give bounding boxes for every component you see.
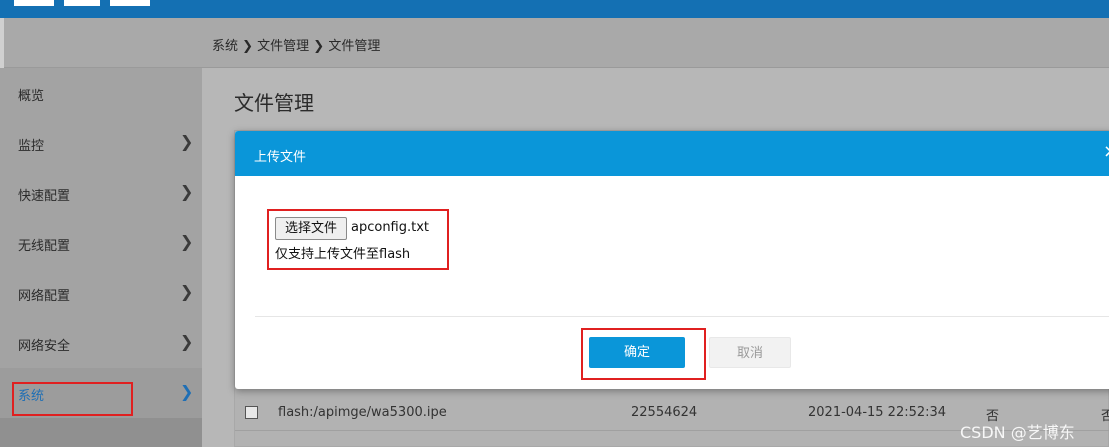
breadcrumb: 系统 ❯ 文件管理 ❯ 文件管理	[212, 39, 381, 54]
dialog-header: 上传文件 ×	[235, 131, 1109, 176]
dialog-title: 上传文件	[254, 150, 307, 165]
file-size-cell: 22554624	[631, 405, 698, 420]
chevron-right-icon: ❯	[180, 232, 194, 251]
chevron-right-icon: ❯	[180, 282, 194, 301]
chevron-right-icon: ❯	[180, 182, 194, 201]
row-checkbox[interactable]	[245, 406, 258, 419]
breadcrumb-bar: 系统 ❯ 文件管理 ❯ 文件管理	[0, 18, 1109, 68]
chevron-right-icon: ❯	[180, 382, 194, 401]
sidebar-item-network-security[interactable]: 网络安全 ❯	[0, 318, 202, 368]
upload-file-dialog: 上传文件 × 选择文件 apconfig.txt 仅支持上传文件至flash 确…	[235, 131, 1109, 389]
sidebar-item-monitor[interactable]: 监控 ❯	[0, 118, 202, 168]
chevron-right-icon: ❯	[180, 132, 194, 151]
file-date-cell: 2021-04-15 22:52:34	[808, 405, 947, 420]
sidebar-item-submenu[interactable]	[0, 418, 202, 447]
chevron-right-icon: ❯	[180, 332, 194, 351]
annotation-box	[581, 328, 706, 380]
sidebar-item-label: 监控	[18, 139, 45, 154]
sidebar-item-label: 无线配置	[18, 239, 71, 254]
sidebar-item-label: 快速配置	[18, 189, 71, 204]
close-icon[interactable]: ×	[1103, 141, 1109, 162]
watermark: CSDN @艺博东	[960, 423, 1075, 442]
page-title: 文件管理	[234, 91, 314, 115]
sidebar-item-overview[interactable]: 概览	[0, 68, 202, 118]
top-banner	[0, 0, 1109, 18]
sidebar-item-wireless-config[interactable]: 无线配置 ❯	[0, 218, 202, 268]
annotation-box	[12, 382, 133, 416]
sidebar-item-label: 概览	[18, 89, 45, 104]
annotation-box	[267, 209, 449, 270]
flag-cell: 否	[1101, 409, 1109, 424]
brand-logo	[14, 0, 154, 10]
dialog-divider	[255, 316, 1109, 317]
sidebar-item-label: 网络配置	[18, 289, 71, 304]
sidebar-item-quick-config[interactable]: 快速配置 ❯	[0, 168, 202, 218]
file-name-cell: flash:/apimge/wa5300.ipe	[278, 405, 447, 420]
sidebar-item-label: 网络安全	[18, 339, 71, 354]
cancel-button[interactable]: 取消	[709, 337, 791, 368]
sidebar-item-network-config[interactable]: 网络配置 ❯	[0, 268, 202, 318]
